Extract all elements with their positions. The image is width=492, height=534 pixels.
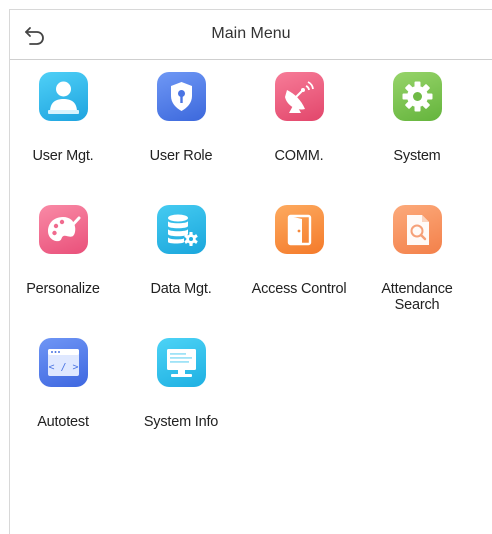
menu-label: COMM.	[274, 148, 324, 164]
menu-item-user-role[interactable]: User Role	[122, 72, 240, 192]
attendance-search-tile	[393, 205, 442, 254]
svg-text:< / >: < / >	[48, 362, 78, 373]
menu-item-user-mgt[interactable]: User Mgt.	[4, 72, 122, 192]
access-control-tile	[275, 205, 324, 254]
menu-label: Autotest	[37, 414, 89, 430]
menu-item-comm[interactable]: COMM.	[240, 72, 358, 192]
menu-label: Access Control	[251, 281, 347, 297]
menu-item-system-info[interactable]: System Info	[122, 338, 240, 458]
menu-grid: User Mgt. User Role COMM. System Persona…	[10, 10, 492, 534]
menu-item-attendance-search[interactable]: Attendance Search	[358, 205, 476, 325]
menu-label: System	[393, 148, 441, 164]
database-gear-icon	[168, 214, 198, 246]
system-tile	[393, 72, 442, 121]
system-info-tile	[157, 338, 206, 387]
document-search-icon	[407, 215, 429, 245]
menu-item-data-mgt[interactable]: Data Mgt.	[122, 205, 240, 325]
user-icon	[48, 81, 79, 114]
menu-label: User Mgt.	[32, 148, 94, 164]
menu-label-line2: Search	[394, 297, 440, 313]
menu-label: Attendance	[381, 281, 453, 297]
monitor-icon	[167, 349, 196, 377]
comm-tile	[275, 72, 324, 121]
door-icon	[287, 214, 312, 246]
data-mgt-tile	[157, 205, 206, 254]
shield-key-icon	[171, 82, 192, 111]
menu-label: Personalize	[26, 281, 100, 297]
menu-item-system[interactable]: System	[358, 72, 476, 192]
menu-item-autotest[interactable]: < / > Autotest	[4, 338, 122, 458]
menu-label: User Role	[149, 148, 213, 164]
satellite-dish-icon	[285, 81, 314, 113]
code-window-icon: < / >	[48, 349, 79, 376]
menu-item-personalize[interactable]: Personalize	[4, 205, 122, 325]
gear-icon	[402, 81, 433, 112]
menu-label: System Info	[143, 414, 219, 430]
user-role-tile	[157, 72, 206, 121]
personalize-tile	[39, 205, 88, 254]
palette-icon	[48, 216, 81, 242]
autotest-tile: < / >	[39, 338, 88, 387]
main-menu-screen: Main Menu User Mgt. User Role COMM. Syst…	[9, 9, 492, 534]
user-mgt-tile	[39, 72, 88, 121]
menu-label: Data Mgt.	[150, 281, 212, 297]
menu-item-access-control[interactable]: Access Control	[240, 205, 358, 325]
